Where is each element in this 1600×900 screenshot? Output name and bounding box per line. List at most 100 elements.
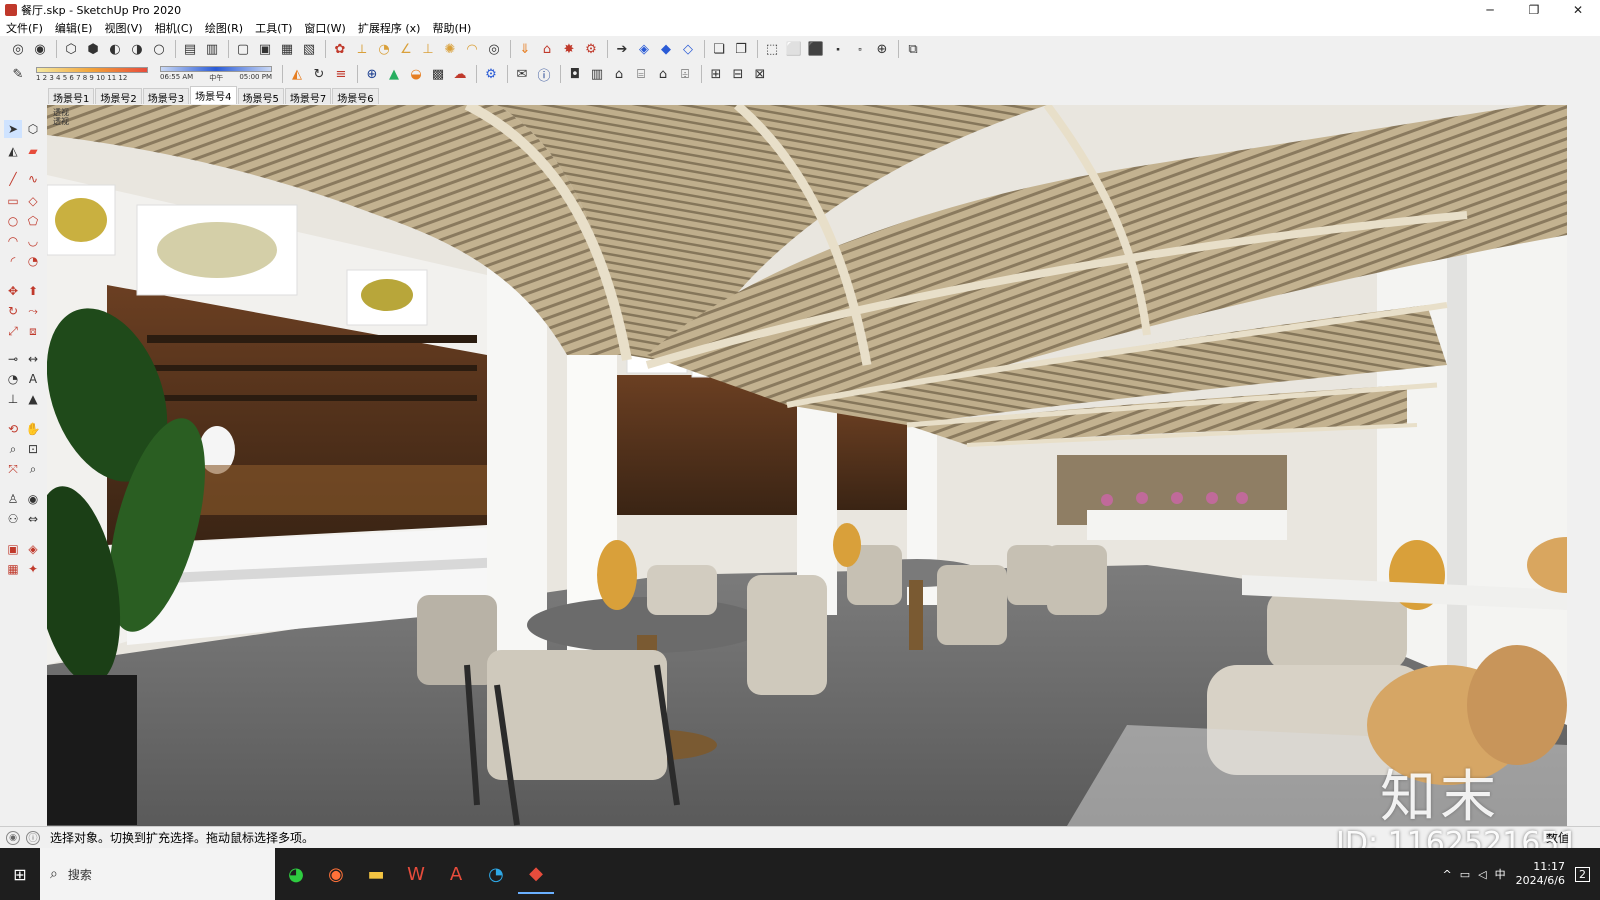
grid-dots-icon[interactable]: ⊠ [750, 64, 770, 84]
volume-icon[interactable]: ◁ [1478, 868, 1486, 881]
rotated-rectangle-icon[interactable]: ◇ [24, 192, 42, 210]
home-outline-icon[interactable]: ⌂ [653, 64, 673, 84]
push-pull-icon[interactable]: ⬆ [24, 282, 42, 300]
tree-icon[interactable]: ▲ [384, 64, 404, 84]
layers-icon[interactable]: ❏ [709, 39, 729, 59]
ime-indicator[interactable]: 中 [1495, 866, 1506, 882]
cube-right-icon[interactable]: ◇ [678, 39, 698, 59]
extension-manager-icon[interactable]: ✦ [24, 560, 42, 578]
top-view-icon[interactable]: ⬜ [784, 39, 804, 59]
extension-warehouse-icon[interactable]: ◈ [24, 540, 42, 558]
hidden-line-icon[interactable]: ⬢ [83, 39, 103, 59]
arc-tool-icon[interactable]: ◠ [4, 232, 22, 250]
clock[interactable]: 11:17 2024/6/6 [1516, 860, 1565, 888]
tray-expand-icon[interactable]: ^ [1443, 868, 1452, 881]
shaded-textures-icon[interactable]: ◑ [127, 39, 147, 59]
position-camera-icon[interactable]: ♙ [4, 490, 22, 508]
time-slider[interactable]: 06:55 AM 中午 05:00 PM [160, 65, 272, 83]
left-view-icon[interactable]: ⊕ [872, 39, 892, 59]
menu-tools[interactable]: 工具(T) [255, 20, 292, 36]
tab-scene-4[interactable]: 场景号4 [190, 86, 237, 104]
monochrome-icon[interactable]: ○ [149, 39, 169, 59]
move-tool-icon[interactable]: ✥ [4, 282, 22, 300]
arc-icon[interactable]: ◠ [462, 39, 482, 59]
explode-icon[interactable]: ▦ [277, 39, 297, 59]
paint-bucket-icon[interactable]: ◭ [287, 64, 307, 84]
rectangle-tool-icon[interactable]: ▭ [4, 192, 22, 210]
shaded-icon[interactable]: ◐ [105, 39, 125, 59]
make-component-icon[interactable]: ⬡ [24, 120, 42, 138]
tab-scene-5[interactable]: 场景号5 [237, 88, 284, 105]
right-view-icon[interactable]: ⬝ [828, 39, 848, 59]
close-button[interactable]: ✕ [1556, 0, 1600, 20]
tab-scene-3[interactable]: 场景号3 [142, 88, 190, 105]
tab-scene-2[interactable]: 场景号2 [95, 88, 142, 105]
zoom-tool-icon[interactable]: ⌕ [4, 440, 22, 458]
zoom-window-tool-icon[interactable]: ⊡ [24, 440, 42, 458]
taskbar-search[interactable]: ⌕ 搜索 [40, 848, 275, 900]
credits-icon[interactable]: ⓘ [26, 830, 40, 845]
section-fill-icon[interactable]: ▥ [202, 39, 222, 59]
wechat-icon[interactable]: ◕ [278, 854, 314, 894]
mail-icon[interactable]: ✉ [512, 64, 532, 84]
protractor-tool-icon[interactable]: ◔ [4, 370, 22, 388]
sandbox-icon[interactable]: ✿ [330, 39, 350, 59]
shadow-toggle-icon[interactable]: ✎ [8, 64, 28, 84]
group-icon[interactable]: ▣ [255, 39, 275, 59]
zoom-extents-icon[interactable]: ⤧ [4, 460, 22, 478]
edge-icon[interactable]: ◔ [478, 854, 514, 894]
dimension-icon[interactable]: ⟂ [352, 39, 372, 59]
zoom-previous-icon[interactable]: ⌕ [24, 460, 42, 478]
paint-bucket-tool-icon[interactable]: ◭ [4, 142, 22, 160]
geo-location-icon[interactable]: ◉ [6, 830, 20, 845]
pdf-reader-icon[interactable]: A [438, 854, 474, 894]
sunset-icon[interactable]: ◒ [406, 64, 426, 84]
walk-tool-icon[interactable]: ⚇ [4, 510, 22, 528]
outliner-icon[interactable]: ❐ [731, 39, 751, 59]
pie-tool-icon[interactable]: ◔ [24, 252, 42, 270]
month-slider[interactable]: 1 2 3 4 5 6 7 8 9 10 11 12 [36, 66, 148, 82]
cube-top-icon[interactable]: ◆ [656, 39, 676, 59]
offset-tool-icon[interactable]: ⧈ [24, 322, 42, 340]
component-icon[interactable]: ▢ [233, 39, 253, 59]
light-icon[interactable]: ✺ [440, 39, 460, 59]
network-icon[interactable]: ▭ [1460, 868, 1470, 881]
refresh-icon[interactable]: ↻ [309, 64, 329, 84]
front-view-icon[interactable]: ⬛ [806, 39, 826, 59]
sketchup-taskbar-icon[interactable]: ◆ [518, 854, 554, 894]
building-icon[interactable]: ⌸ [631, 64, 651, 84]
minimize-button[interactable]: ─ [1468, 0, 1512, 20]
cloud-icon[interactable]: ☁ [450, 64, 470, 84]
look-around-icon[interactable]: ◉ [24, 490, 42, 508]
settings-gear-icon[interactable]: ⚙ [581, 39, 601, 59]
model-viewport[interactable]: 透视 透视 [47, 105, 1567, 826]
menu-extensions[interactable]: 扩展程序 (x) [358, 20, 421, 36]
section-plane-icon[interactable]: ▤ [180, 39, 200, 59]
render-settings-icon[interactable]: ⚙ [481, 64, 501, 84]
warehouse-tool-icon[interactable]: ▣ [4, 540, 22, 558]
menu-view[interactable]: 视图(V) [104, 20, 142, 36]
tab-scene-6[interactable]: 场景号6 [332, 88, 379, 105]
grid-view-icon[interactable]: ⊞ [706, 64, 726, 84]
tab-scene-7[interactable]: 场景号7 [284, 88, 332, 105]
menu-help[interactable]: 帮助(H) [432, 20, 471, 36]
zoom-window-icon[interactable]: ⧉ [903, 39, 923, 59]
polygon-tool-icon[interactable]: ⬠ [24, 212, 42, 230]
protractor-icon[interactable]: ◔ [374, 39, 394, 59]
import-icon[interactable]: ⇓ [515, 39, 535, 59]
box-icon[interactable]: ▥ [587, 64, 607, 84]
style-xray-icon[interactable]: ◎ [8, 39, 28, 59]
dimension-tool-icon[interactable]: ↔ [24, 350, 42, 368]
maximize-button[interactable]: ❐ [1512, 0, 1556, 20]
select-tool-icon[interactable]: ➤ [4, 120, 22, 138]
rotate-tool-icon[interactable]: ↻ [4, 302, 22, 320]
add-circle-icon[interactable]: ⊕ [362, 64, 382, 84]
tab-scene-1[interactable]: 场景号1 [48, 88, 95, 105]
warehouse-icon[interactable]: ⌂ [537, 39, 557, 59]
menu-window[interactable]: 窗口(W) [304, 20, 345, 36]
house-icon[interactable]: ⌂ [609, 64, 629, 84]
menu-camera[interactable]: 相机(C) [155, 20, 193, 36]
axes-icon[interactable]: ⊥ [418, 39, 438, 59]
camera-icon[interactable]: ◘ [565, 64, 585, 84]
iso-view-icon[interactable]: ⬚ [762, 39, 782, 59]
